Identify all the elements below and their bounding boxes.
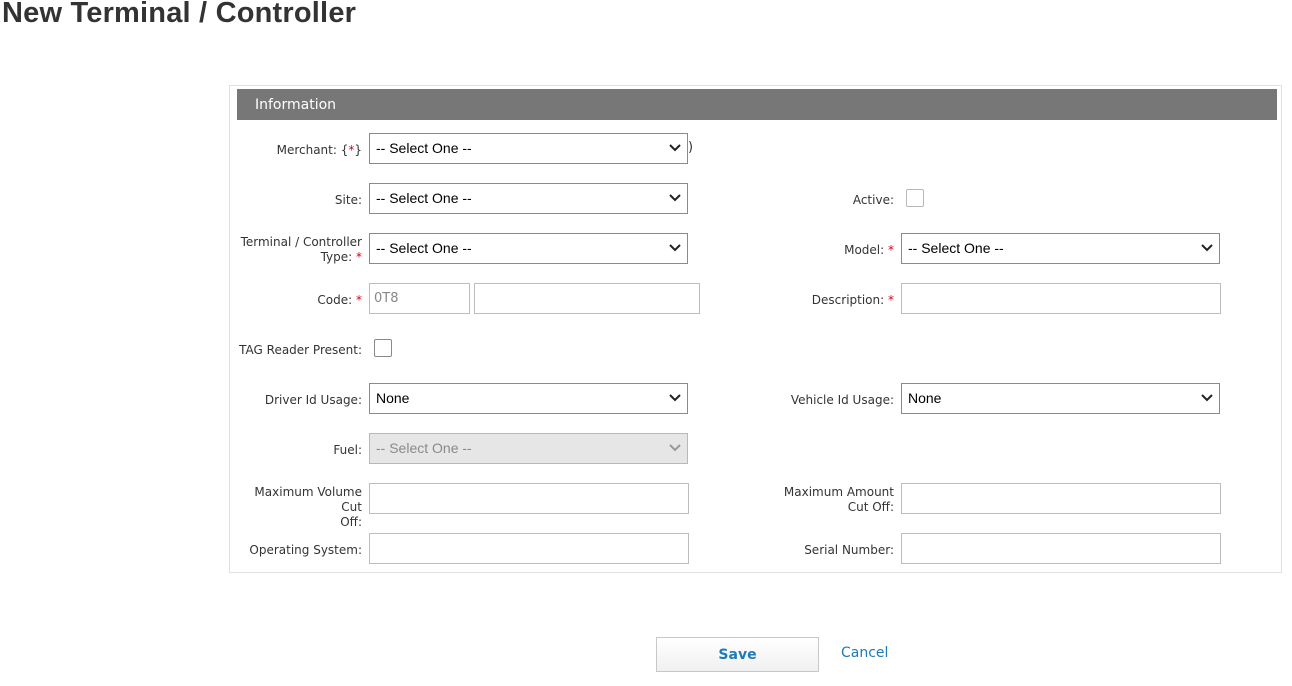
- terminal-type-select-value: -- Select One --: [376, 240, 472, 256]
- max-volume-label: Maximum Volume Cut Off:: [254, 485, 362, 529]
- chevron-down-icon: [669, 444, 681, 452]
- max-volume-field[interactable]: [369, 483, 689, 514]
- description-label: Description: *: [811, 293, 894, 307]
- vehicle-id-usage-select[interactable]: None: [901, 383, 1220, 414]
- serial-number-field[interactable]: [901, 533, 1221, 564]
- merchant-trailing-paren: ): [688, 140, 694, 155]
- terminal-type-select[interactable]: -- Select One --: [369, 233, 688, 264]
- fuel-select: -- Select One --: [369, 433, 688, 464]
- operating-system-label: Operating System:: [249, 543, 362, 557]
- code-prefix-field[interactable]: 0T8: [369, 283, 470, 314]
- chevron-down-icon: [1201, 394, 1213, 402]
- chevron-down-icon: [1201, 244, 1213, 252]
- code-field[interactable]: [474, 283, 700, 314]
- page-title: New Terminal / Controller: [2, 0, 357, 29]
- chevron-down-icon: [669, 144, 681, 152]
- site-select[interactable]: -- Select One --: [369, 183, 688, 214]
- active-checkbox[interactable]: [906, 189, 924, 207]
- operating-system-field[interactable]: [369, 533, 689, 564]
- model-select[interactable]: -- Select One --: [901, 233, 1220, 264]
- site-select-value: -- Select One --: [376, 190, 472, 206]
- fuel-select-value: -- Select One --: [376, 440, 472, 456]
- max-amount-label: Maximum Amount Cut Off:: [783, 485, 894, 514]
- serial-number-label: Serial Number:: [804, 543, 894, 557]
- save-button[interactable]: Save: [656, 637, 819, 672]
- model-select-value: -- Select One --: [908, 240, 1004, 256]
- active-label: Active:: [852, 193, 894, 207]
- chevron-down-icon: [669, 244, 681, 252]
- vehicle-id-usage-label: Vehicle Id Usage:: [790, 393, 894, 407]
- section-header: Information: [237, 89, 1277, 120]
- model-label: Model: *: [844, 243, 894, 257]
- terminal-type-label: Terminal / Controller Type: *: [240, 235, 362, 264]
- merchant-label: Merchant: {*}: [276, 143, 362, 157]
- tag-reader-label: TAG Reader Present:: [239, 343, 362, 357]
- driver-id-usage-value: None: [376, 390, 410, 406]
- merchant-select-value: -- Select One --: [376, 140, 472, 156]
- cancel-link[interactable]: Cancel: [841, 645, 888, 661]
- driver-id-usage-select[interactable]: None: [369, 383, 688, 414]
- chevron-down-icon: [669, 194, 681, 202]
- vehicle-id-usage-value: None: [908, 390, 942, 406]
- tag-reader-checkbox[interactable]: [374, 339, 392, 357]
- description-field[interactable]: [901, 283, 1221, 314]
- site-label: Site:: [334, 193, 362, 207]
- driver-id-usage-label: Driver Id Usage:: [264, 393, 362, 407]
- code-label: Code: *: [317, 293, 362, 307]
- merchant-select[interactable]: -- Select One --: [369, 133, 688, 164]
- fuel-label: Fuel:: [333, 443, 362, 457]
- chevron-down-icon: [669, 394, 681, 402]
- max-amount-field[interactable]: [901, 483, 1221, 514]
